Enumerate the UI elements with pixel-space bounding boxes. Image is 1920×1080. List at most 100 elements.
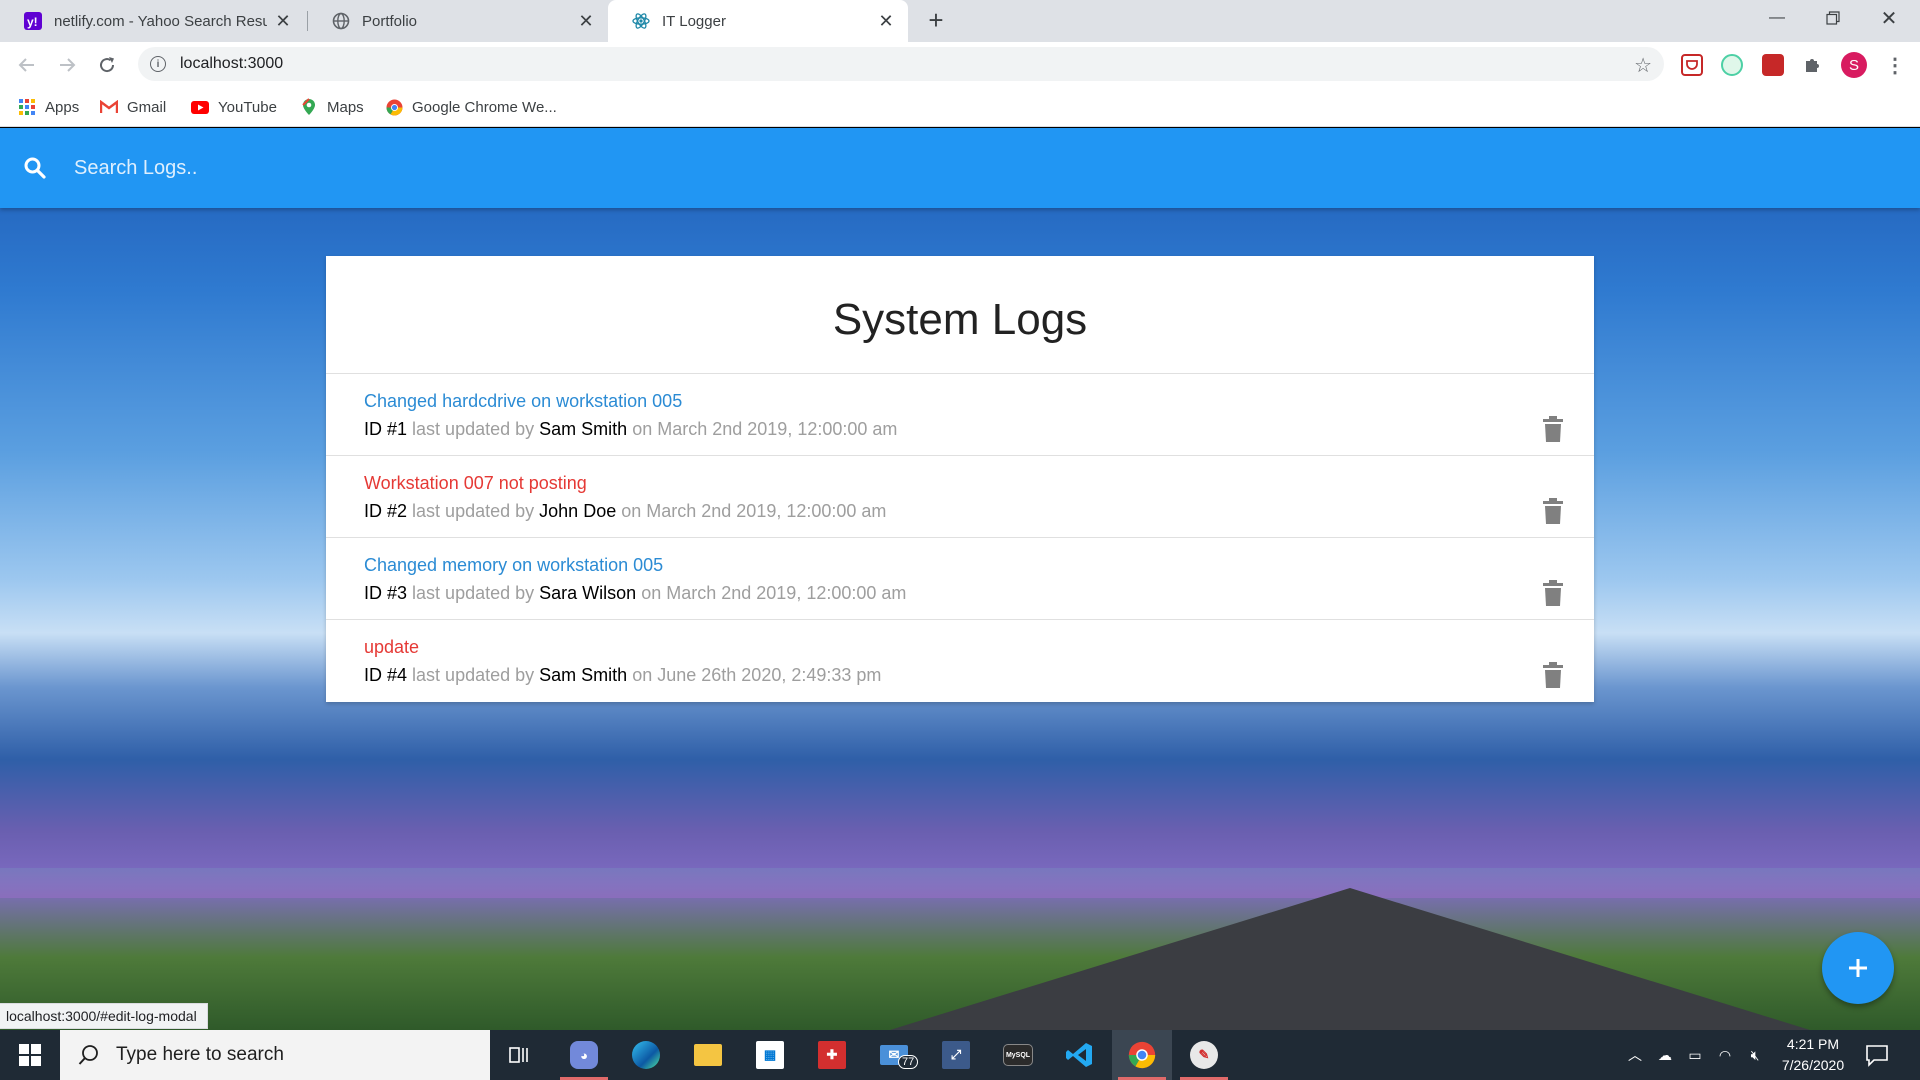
log-item: Changed memory on workstation 005 ID #3 … <box>326 538 1594 620</box>
close-icon[interactable]: ✕ <box>275 11 291 31</box>
log-date: on March 2nd 2019, 12:00:00 am <box>641 583 907 603</box>
log-id: ID #3 <box>364 583 408 603</box>
puzzle-icon[interactable] <box>1801 54 1823 76</box>
log-date: on June 26th 2020, 2:49:33 pm <box>632 665 882 685</box>
clock-date: 7/26/2020 <box>1781 1057 1845 1073</box>
taskbar-search-box[interactable]: Type here to search <box>60 1030 490 1080</box>
chevron-up-icon[interactable]: ︿ <box>1620 1045 1650 1065</box>
close-window-button[interactable]: ✕ <box>1862 0 1916 36</box>
vscode-icon <box>1066 1041 1094 1069</box>
taskbar-paint-app[interactable]: ✎ <box>1174 1030 1234 1080</box>
volume-muted-icon[interactable]: 🔇︎ <box>1740 1047 1770 1064</box>
log-item: update ID #4 last updated by Sam Smith o… <box>326 620 1594 702</box>
tab-title: netlify.com - Yahoo Search Resul <box>54 12 267 30</box>
search-icon[interactable] <box>22 155 48 181</box>
log-meta: ID #4 last updated by Sam Smith on June … <box>364 663 1594 687</box>
taskbar-mysql-workbench[interactable]: MySQL <box>988 1030 1048 1080</box>
search-icon <box>78 1045 98 1065</box>
add-icon <box>1849 959 1867 977</box>
log-message-link[interactable]: Workstation 007 not posting <box>364 472 587 494</box>
page-title: System Logs <box>326 256 1594 374</box>
taskbar-file-explorer[interactable] <box>678 1030 738 1080</box>
app-icon: ⤢ <box>942 1041 970 1069</box>
bookmark-star-icon[interactable]: ☆ <box>1634 53 1652 78</box>
taskbar-discord[interactable]: ◕ <box>554 1030 614 1080</box>
browser-toolbar: i localhost:3000 ☆ S ⋮ <box>0 42 1920 87</box>
taskbar-vm-app[interactable]: ⤢ <box>926 1030 986 1080</box>
taskbar-mail[interactable]: ✉ 77 <box>864 1030 924 1080</box>
restore-button[interactable] <box>1806 0 1860 36</box>
task-view-icon <box>509 1047 528 1063</box>
wifi-icon[interactable]: ◠ <box>1710 1047 1740 1064</box>
bookmark-apps[interactable]: Apps <box>18 97 79 117</box>
pocket-extension-icon[interactable] <box>1681 54 1703 76</box>
taskbar-store[interactable]: ▦ <box>740 1030 800 1080</box>
svg-text:y!: y! <box>27 15 38 29</box>
log-message-link[interactable]: Changed hardcdrive on workstation 005 <box>364 390 682 412</box>
delete-trash-icon[interactable] <box>1542 416 1564 442</box>
bookmark-label: Google Chrome We... <box>412 98 557 116</box>
taskbar-chrome[interactable] <box>1112 1030 1172 1080</box>
gift-icon: ✚ <box>818 1041 846 1069</box>
bookmark-gmail[interactable]: Gmail <box>100 97 166 117</box>
bookmark-label: Apps <box>45 98 80 116</box>
new-tab-button[interactable]: + <box>923 7 949 34</box>
forward-button[interactable] <box>52 50 82 80</box>
back-arrow-icon <box>18 58 34 72</box>
taskbar-clock[interactable]: 4:21 PM 7/26/2020 <box>1770 1034 1856 1076</box>
reload-button[interactable] <box>92 50 122 80</box>
log-date: on March 2nd 2019, 12:00:00 am <box>632 419 898 439</box>
log-updated-text: last updated by <box>412 419 535 439</box>
minimize-button[interactable]: — <box>1750 0 1804 36</box>
taskbar-vscode[interactable] <box>1050 1030 1110 1080</box>
address-bar[interactable]: i localhost:3000 ☆ <box>138 47 1664 81</box>
windows-taskbar: Type here to search ◕ ▦ ✚ ✉ 77 ⤢ MySQL ✎ <box>0 1030 1920 1080</box>
url-text: localhost:3000 <box>180 55 284 72</box>
close-icon[interactable]: ✕ <box>578 11 594 31</box>
log-message-link[interactable]: update <box>364 636 419 658</box>
chrome-icon <box>385 98 403 116</box>
close-icon[interactable]: ✕ <box>878 11 894 31</box>
restore-icon <box>1826 11 1840 25</box>
bookmark-chrome-web-store[interactable]: Google Chrome We... <box>385 97 557 117</box>
store-icon: ▦ <box>756 1041 784 1069</box>
edge-icon <box>632 1041 660 1069</box>
search-logs-input[interactable] <box>74 148 1774 188</box>
onedrive-icon[interactable]: ☁ <box>1650 1047 1680 1064</box>
browser-tab-strip: y! netlify.com - Yahoo Search Resul ✕ Po… <box>0 0 1920 42</box>
delete-trash-icon[interactable] <box>1542 498 1564 524</box>
task-view-button[interactable] <box>490 1030 550 1080</box>
yahoo-favicon: y! <box>24 12 42 30</box>
more-menu-icon[interactable]: ⋮ <box>1884 54 1906 77</box>
taskbar-edge[interactable] <box>616 1030 676 1080</box>
profile-avatar[interactable]: S <box>1841 52 1867 78</box>
bookmark-maps[interactable]: Maps <box>300 97 364 117</box>
tab-portfolio[interactable]: Portfolio ✕ <box>308 0 608 42</box>
log-message-link[interactable]: Changed memory on workstation 005 <box>364 554 663 576</box>
battery-icon[interactable]: ▭ <box>1680 1047 1710 1064</box>
search-navbar <box>0 128 1920 208</box>
tab-title: Portfolio <box>362 12 418 30</box>
extension-icon[interactable] <box>1721 54 1743 76</box>
bookmark-youtube[interactable]: YouTube <box>191 97 277 117</box>
youtube-icon <box>191 98 209 116</box>
log-updated-text: last updated by <box>412 501 535 521</box>
delete-trash-icon[interactable] <box>1542 580 1564 606</box>
add-log-button[interactable] <box>1822 932 1894 1004</box>
bookmark-label: YouTube <box>218 98 277 116</box>
extension-icon[interactable] <box>1762 54 1784 76</box>
log-id: ID #2 <box>364 501 408 521</box>
taskbar-gift-app[interactable]: ✚ <box>802 1030 862 1080</box>
back-button[interactable] <box>12 50 42 80</box>
tab-title: IT Logger <box>662 12 726 30</box>
notification-center-icon[interactable] <box>1864 1042 1890 1068</box>
site-info-icon[interactable]: i <box>150 56 166 72</box>
bookmarks-bar: Apps Gmail YouTube Maps Google Chrome We… <box>0 87 1920 127</box>
system-tray: ︿ ☁ ▭ ◠ 🔇︎ <box>1620 1030 1770 1080</box>
log-meta: ID #1 last updated by Sam Smith on March… <box>364 417 1594 441</box>
delete-trash-icon[interactable] <box>1542 662 1564 688</box>
tab-it-logger[interactable]: IT Logger ✕ <box>608 0 908 42</box>
start-button[interactable] <box>0 1030 60 1080</box>
log-meta: ID #3 last updated by Sara Wilson on Mar… <box>364 581 1594 605</box>
tab-yahoo-search[interactable]: y! netlify.com - Yahoo Search Resul ✕ <box>0 0 305 42</box>
